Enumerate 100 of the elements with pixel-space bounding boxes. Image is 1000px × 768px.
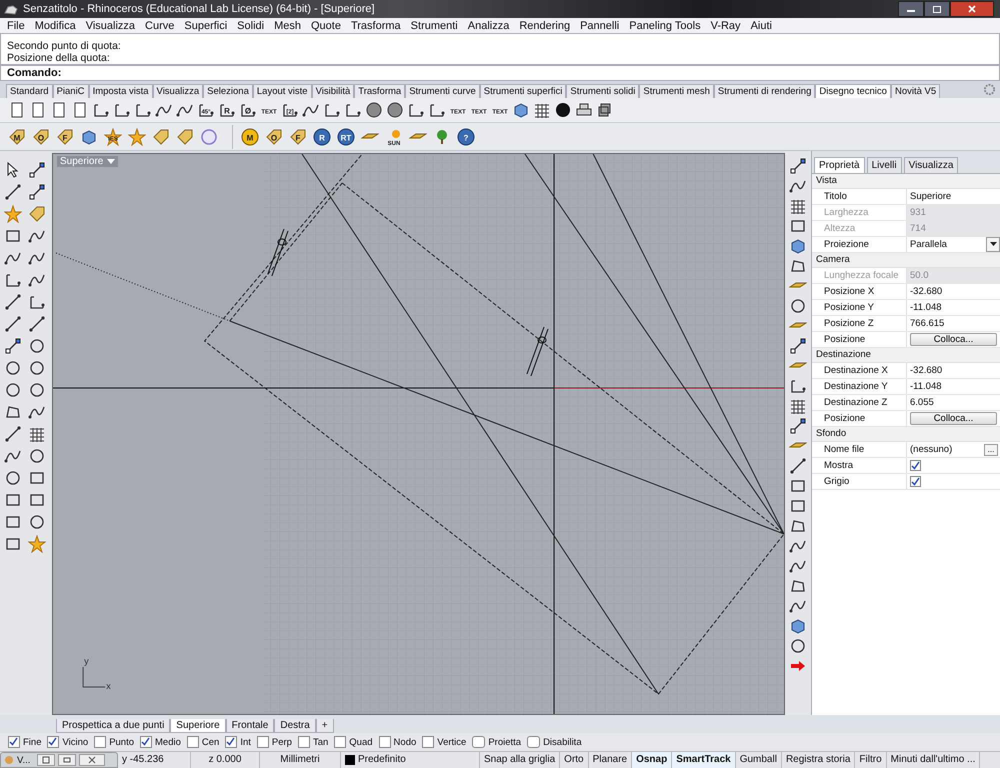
toolbar-tab[interactable]: Disegno tecnico: [815, 84, 891, 98]
minimize-button[interactable]: [898, 1, 924, 17]
hatch-icon[interactable]: [365, 101, 383, 119]
line-icon[interactable]: [4, 425, 22, 443]
point-icon[interactable]: [789, 417, 807, 435]
line-icon[interactable]: [4, 293, 22, 311]
toolbar-tab[interactable]: Visibilità: [312, 84, 354, 98]
point-icon[interactable]: [4, 337, 22, 355]
toolbar-tab[interactable]: Strumenti solidi: [566, 84, 640, 98]
point-icon[interactable]: [789, 157, 807, 175]
status-toggle[interactable]: Registra storia: [782, 752, 856, 768]
status-toggle[interactable]: Orto: [560, 752, 589, 768]
menu-item[interactable]: Solidi: [232, 20, 270, 32]
toolbar-tab[interactable]: Novità V5: [890, 84, 940, 98]
maximize-button[interactable]: [58, 754, 76, 766]
badge-icon[interactable]: ?: [457, 128, 475, 146]
toolbar-tab[interactable]: Trasforma: [354, 84, 406, 98]
menu-item[interactable]: Visualizza: [80, 20, 140, 32]
restore-button[interactable]: [37, 754, 56, 766]
status-toggle[interactable]: Filtro: [855, 752, 887, 768]
point-icon[interactable]: [789, 337, 807, 355]
menu-item[interactable]: Aiuti: [746, 20, 777, 32]
checkbox[interactable]: [186, 736, 199, 748]
dropdown-button[interactable]: [986, 237, 1000, 252]
badge-icon[interactable]: RT: [337, 128, 355, 146]
menu-item[interactable]: Analizza: [462, 20, 514, 32]
sphere-icon[interactable]: [554, 101, 572, 119]
star-icon[interactable]: [4, 205, 22, 223]
status-toggle[interactable]: Minuti dall'ultimo ...: [886, 752, 980, 768]
browse-button[interactable]: ...: [984, 444, 998, 456]
toolbar-tab[interactable]: Strumenti superfici: [480, 84, 566, 98]
checkbox[interactable]: [472, 736, 486, 748]
tag-icon[interactable]: M: [8, 128, 26, 146]
menu-item[interactable]: File: [2, 20, 30, 32]
status-toggle[interactable]: SmartTrack: [672, 752, 736, 768]
checkbox[interactable]: [910, 460, 921, 471]
tag-icon[interactable]: [152, 128, 170, 146]
cube-icon[interactable]: [789, 617, 807, 635]
viewport-tab[interactable]: Superiore: [170, 719, 226, 733]
cube-icon[interactable]: [789, 237, 807, 255]
tag-icon[interactable]: [28, 205, 46, 223]
star-icon[interactable]: [128, 128, 146, 146]
status-toggle[interactable]: Gumball: [736, 752, 782, 768]
star-icon[interactable]: [28, 535, 46, 553]
status-toggle[interactable]: Snap alla griglia: [480, 752, 560, 768]
grid-icon[interactable]: [533, 101, 551, 119]
badge-icon[interactable]: R: [313, 128, 331, 146]
ring-icon[interactable]: [200, 128, 218, 146]
line-icon[interactable]: [4, 315, 22, 333]
current-layer[interactable]: Predefinito: [358, 752, 406, 768]
hatch-icon[interactable]: [386, 101, 404, 119]
viewport-tab[interactable]: Prospettica a due punti: [56, 719, 170, 733]
panel-tab[interactable]: Livelli: [866, 157, 902, 173]
checkbox[interactable]: [94, 736, 106, 748]
checkbox[interactable]: [256, 736, 269, 748]
circle-icon[interactable]: [28, 381, 46, 399]
menu-item[interactable]: Curve: [140, 20, 180, 32]
point-icon[interactable]: [28, 161, 46, 179]
line-icon[interactable]: [28, 315, 46, 333]
checkbox[interactable]: [334, 736, 346, 748]
place-button[interactable]: Colloca...: [910, 333, 997, 346]
checkbox[interactable]: [527, 736, 540, 748]
toolbar-tab[interactable]: PianiC: [52, 84, 89, 98]
cube-icon[interactable]: [80, 128, 98, 146]
menu-item[interactable]: V-Ray: [706, 20, 746, 32]
toolbar-tab[interactable]: Strumenti curve: [405, 84, 480, 98]
grid-icon[interactable]: [789, 197, 807, 215]
menu-item[interactable]: Trasforma: [346, 20, 406, 32]
menu-item[interactable]: Mesh: [269, 20, 306, 32]
badge-icon[interactable]: M: [241, 128, 259, 146]
checkbox[interactable]: [422, 736, 434, 748]
toolbar-tab[interactable]: Strumenti di rendering: [714, 84, 816, 98]
close-button[interactable]: [950, 1, 994, 17]
circle-icon[interactable]: [28, 513, 46, 531]
menu-item[interactable]: Modifica: [30, 20, 81, 32]
panel-tab[interactable]: Visualizza: [904, 157, 958, 173]
menu-item[interactable]: Quote: [306, 20, 346, 32]
checkbox[interactable]: [378, 736, 391, 748]
menu-item[interactable]: Pannelli: [575, 20, 624, 32]
toolbar-tab[interactable]: Seleziona: [203, 84, 253, 98]
point-icon[interactable]: [28, 183, 46, 201]
menu-item[interactable]: Strumenti: [406, 20, 463, 32]
viewport-tab[interactable]: Destra: [274, 719, 316, 733]
circle-icon[interactable]: [28, 359, 46, 377]
tag-icon[interactable]: F: [56, 128, 74, 146]
status-toggle[interactable]: Osnap: [632, 752, 672, 768]
toolbar-tab[interactable]: Standard: [6, 84, 53, 98]
grid-icon[interactable]: [789, 397, 807, 415]
line-icon[interactable]: [4, 183, 22, 201]
grid-icon[interactable]: [28, 425, 46, 443]
circle-icon[interactable]: [789, 637, 807, 655]
circle-icon[interactable]: [28, 447, 46, 465]
line-icon[interactable]: [789, 457, 807, 475]
tag-icon[interactable]: F: [289, 128, 307, 146]
place-button[interactable]: Colloca...: [910, 412, 997, 425]
circle-icon[interactable]: [4, 359, 22, 377]
checkbox[interactable]: [140, 736, 152, 748]
viewport-tab[interactable]: Frontale: [226, 719, 274, 733]
tag-icon[interactable]: [176, 128, 194, 146]
checkbox[interactable]: [47, 736, 60, 748]
